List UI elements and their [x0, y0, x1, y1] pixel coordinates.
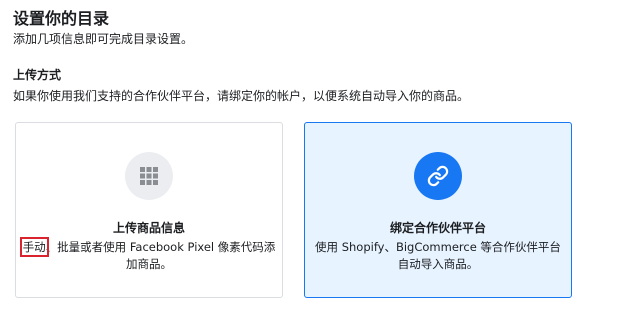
link-icon-circle — [414, 152, 462, 200]
page-subtitle: 添加几项信息即可完成目录设置。 — [13, 32, 194, 46]
page-title: 设置你的目录 — [13, 9, 110, 28]
upload-method-description: 如果你使用我们支持的合作伙伴平台，请绑定你的帐户，以便系统自动导入你的商品。 — [13, 89, 470, 103]
manual-highlight: 手动 — [19, 237, 49, 257]
upload-product-info-option[interactable]: 上传商品信息 手动、批量或者使用 Facebook Pixel 像素代码添加商品… — [15, 122, 283, 298]
connect-partner-platform-option[interactable]: 绑定合作伙伴平台 使用 Shopify、BigCommerce 等合作伙伴平台自… — [304, 122, 572, 298]
option-description-rest: 、批量或者使用 Facebook Pixel 像素代码添加商品。 — [45, 240, 276, 271]
grid-icon-circle — [125, 152, 173, 200]
option-description: 手动、批量或者使用 Facebook Pixel 像素代码添加商品。 — [19, 237, 276, 273]
option-title: 上传商品信息 — [112, 221, 185, 235]
grid-icon — [140, 167, 158, 185]
link-icon — [427, 165, 449, 187]
upload-method-title: 上传方式 — [13, 68, 62, 82]
option-title: 绑定合作伙伴平台 — [389, 221, 486, 235]
option-description: 使用 Shopify、BigCommerce 等合作伙伴平台自动导入商品。 — [315, 240, 561, 271]
